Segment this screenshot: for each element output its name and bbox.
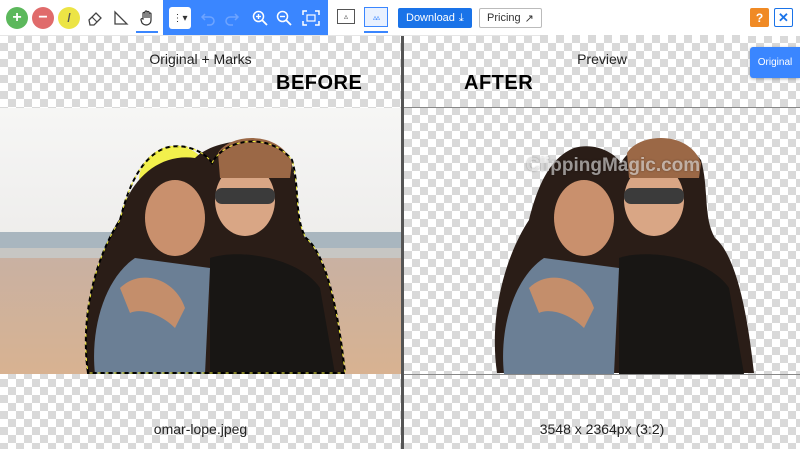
file-name: omar-lope.jpeg	[153, 421, 248, 437]
undo-icon[interactable]	[199, 9, 217, 27]
pane-title: Preview	[577, 51, 627, 67]
top-right-controls: ? ✕	[745, 0, 800, 36]
edit-group: ⋮▾	[163, 0, 328, 35]
fit-to-screen-icon[interactable]	[301, 9, 321, 27]
download-label: Download	[406, 12, 455, 24]
download-button[interactable]: Download ⤓	[398, 8, 472, 28]
pan-hand-icon[interactable]	[136, 7, 158, 29]
original-photo[interactable]	[0, 108, 401, 374]
split-view-icon[interactable]: ▵▵	[364, 7, 388, 27]
pricing-label: Pricing	[487, 12, 521, 24]
redo-icon[interactable]	[223, 9, 241, 27]
preview-pane[interactable]: Preview AFTER ClippingMagic.com 3548 x 2…	[404, 35, 800, 449]
preview-bottom-border	[404, 374, 800, 375]
original-toggle-button[interactable]: Original	[750, 47, 800, 78]
before-label: BEFORE	[276, 72, 363, 94]
pricing-button[interactable]: Pricing ↗	[479, 8, 542, 28]
preview-cutout[interactable]	[404, 108, 800, 374]
tools-menu-button[interactable]: ⋮▾	[169, 7, 191, 29]
after-label: AFTER	[464, 72, 534, 94]
close-button[interactable]: ✕	[774, 8, 793, 27]
single-view-icon[interactable]: ▵	[337, 9, 355, 24]
add-foreground-icon[interactable]: +	[6, 7, 28, 29]
zoom-out-icon[interactable]	[275, 9, 293, 27]
original-marks-pane[interactable]: Original + Marks BEFORE omar-lope.jpeg	[0, 35, 401, 449]
remove-background-icon[interactable]: −	[32, 7, 54, 29]
active-tool-indicator	[136, 31, 158, 33]
active-view-indicator	[364, 31, 388, 33]
pane-title: Original + Marks	[149, 51, 252, 67]
external-link-icon: ↗	[524, 12, 534, 25]
image-dimensions: 3548 x 2364px (3:2)	[539, 421, 665, 437]
scalpel-icon[interactable]	[110, 7, 132, 29]
download-icon: ⤓	[458, 11, 464, 24]
watermark-text: ClippingMagic.com	[526, 155, 701, 176]
zoom-in-icon[interactable]	[251, 9, 269, 27]
hair-brush-icon[interactable]: /	[58, 7, 80, 29]
eraser-icon[interactable]	[84, 7, 106, 29]
help-button[interactable]: ?	[750, 8, 769, 27]
toolbar: + − / ⋮▾ ▵ ▵▵ Download ⤓ Pricing ↗	[0, 0, 542, 36]
